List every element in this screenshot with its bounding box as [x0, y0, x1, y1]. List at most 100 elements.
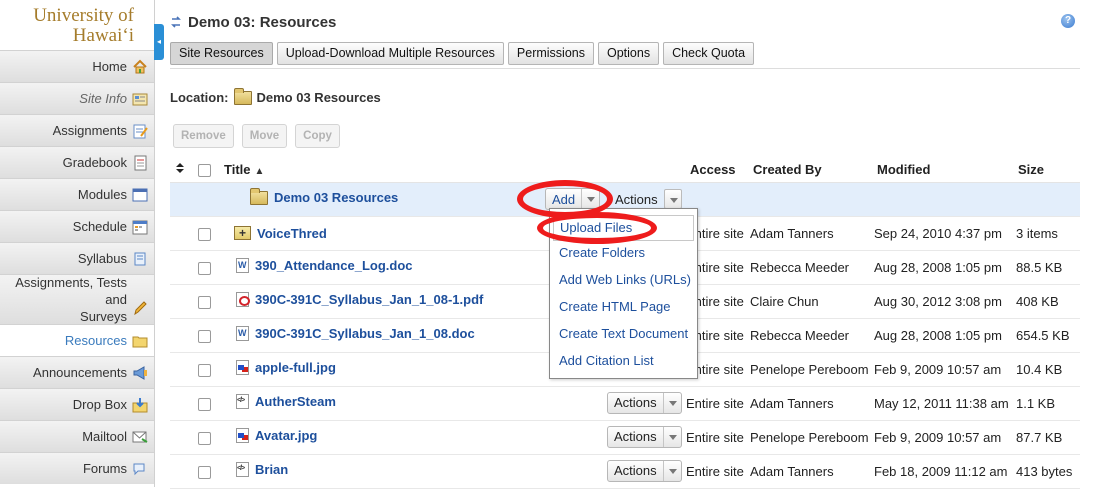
forums-icon: [133, 463, 145, 475]
pdf-icon: [236, 292, 250, 307]
folder-icon: [250, 187, 268, 205]
file-link[interactable]: 390_Attendance_Log.doc: [236, 258, 413, 273]
root-folder-name: Demo 03 Resources: [274, 190, 399, 206]
tab-permissions[interactable]: Permissions: [507, 42, 594, 65]
copy-button[interactable]: Copy: [295, 124, 340, 148]
sidebar-item-label: Forums: [82, 461, 127, 476]
file-name: AutherSteam: [255, 394, 336, 409]
sidebar-item-modules[interactable]: Modules: [0, 178, 154, 210]
help-icon[interactable]: ?: [1061, 14, 1075, 28]
select-all-checkbox[interactable]: [198, 163, 211, 177]
menu-item-create-text-document[interactable]: Create Text Document: [550, 322, 697, 349]
file-link[interactable]: 390C-391C_Syllabus_Jan_1_08.doc: [236, 326, 475, 341]
location-label: Location:: [170, 90, 229, 105]
table-row: Brian Actions Entire site Adam Tanners F…: [170, 454, 1080, 489]
folder-icon: [233, 87, 252, 105]
university-logo[interactable]: University of Hawai‘i: [0, 0, 154, 50]
column-modified[interactable]: Modified: [874, 157, 1016, 183]
add-button-label: Add: [552, 191, 576, 207]
move-button[interactable]: Move: [241, 124, 288, 148]
add-button[interactable]: Add: [545, 188, 601, 210]
menu-item-add-citation-list[interactable]: Add Citation List: [550, 349, 697, 376]
modified-cell: Feb 9, 2009 10:57 am: [874, 420, 1016, 455]
sidebar-item-drop-box[interactable]: Drop Box: [0, 388, 154, 420]
sidebar-item-label: Modules: [77, 187, 127, 202]
tab-check-quota[interactable]: Check Quota: [663, 42, 755, 65]
sidebar-item-resources[interactable]: Resources: [0, 324, 154, 356]
tab-options[interactable]: Options: [597, 42, 660, 65]
actions-button[interactable]: Actions: [607, 391, 682, 414]
modified-cell: Feb 18, 2009 11:12 am: [874, 454, 1016, 489]
sidebar-item-site-info[interactable]: Site Info: [0, 82, 154, 114]
file-link[interactable]: Brian: [236, 462, 288, 477]
created-by-cell: Rebecca Meeder: [750, 250, 874, 285]
access-cell: Entire site: [686, 454, 750, 489]
file-link[interactable]: + VoiceThred: [234, 226, 327, 241]
tab-upload-download[interactable]: Upload-Download Multiple Resources: [276, 42, 504, 65]
modified-cell: Feb 9, 2009 10:57 am: [874, 352, 1016, 387]
remove-button[interactable]: Remove: [173, 124, 234, 148]
sidebar-item-announcements[interactable]: Announcements: [0, 356, 154, 388]
created-by-cell: Adam Tanners: [750, 386, 874, 421]
file-link[interactable]: AutherSteam: [236, 394, 336, 409]
sidebar: University of Hawai‘i Home Site Info Ass…: [0, 0, 154, 487]
sidebar-item-label: Home: [92, 59, 127, 74]
column-size[interactable]: Size: [1016, 157, 1080, 183]
sidebar-item-home[interactable]: Home: [0, 50, 154, 82]
schedule-icon: [132, 220, 148, 234]
column-title[interactable]: Title ▲: [224, 157, 686, 183]
row-checkbox[interactable]: [198, 465, 211, 479]
row-checkbox[interactable]: [198, 295, 211, 309]
row-checkbox[interactable]: [198, 431, 211, 445]
modified-cell: Aug 28, 2008 1:05 pm: [874, 250, 1016, 285]
sort-ascending-icon: ▲: [254, 165, 265, 177]
file-link[interactable]: 390C-391C_Syllabus_Jan_1_08-1.pdf: [236, 292, 483, 307]
sidebar-item-label-line2: Surveys: [80, 309, 127, 324]
sidebar-item-assignments[interactable]: Assignments: [0, 114, 154, 146]
swap-icon[interactable]: [170, 15, 182, 29]
sidebar-item-forums[interactable]: Forums: [0, 452, 154, 484]
menu-item-create-folders[interactable]: Create Folders: [550, 241, 697, 268]
row-checkbox[interactable]: [198, 227, 211, 241]
row-checkbox[interactable]: [198, 397, 211, 411]
created-by-cell: Rebecca Meeder: [750, 318, 874, 353]
sidebar-item-gradebook[interactable]: Gradebook: [0, 146, 154, 178]
sidebar-item-syllabus[interactable]: Syllabus: [0, 242, 154, 274]
chevron-down-icon: [662, 460, 681, 481]
assignments-icon: [133, 124, 148, 138]
sidebar-item-label: Gradebook: [62, 155, 127, 170]
menu-item-create-html-page[interactable]: Create HTML Page: [550, 295, 697, 322]
page-title: Demo 03: Resources: [188, 13, 337, 31]
root-folder-link[interactable]: Demo 03 Resources: [250, 187, 399, 206]
actions-button[interactable]: Actions: [607, 459, 682, 482]
size-cell: 88.5 KB: [1016, 250, 1080, 285]
actions-button[interactable]: Actions: [607, 425, 682, 448]
menu-item-upload-files[interactable]: Upload Files: [553, 215, 694, 241]
sidebar-item-schedule[interactable]: Schedule: [0, 210, 154, 242]
tab-site-resources[interactable]: Site Resources: [170, 42, 273, 65]
column-created-by[interactable]: Created By: [750, 157, 874, 183]
mail-icon: [132, 431, 148, 443]
expand-collapse-all[interactable]: [170, 157, 198, 183]
file-link[interactable]: Avatar.jpg: [236, 428, 317, 443]
menu-item-add-web-links[interactable]: Add Web Links (URLs): [550, 268, 697, 295]
column-access[interactable]: Access: [686, 157, 750, 183]
expand-collapse-icon[interactable]: [175, 162, 185, 174]
file-link[interactable]: apple-full.jpg: [236, 360, 336, 375]
size-cell: 1.1 KB: [1016, 386, 1080, 421]
sidebar-item-label: Assignments: [52, 123, 127, 138]
sidebar-item-label: Site Info: [79, 91, 127, 106]
created-by-cell: Adam Tanners: [750, 216, 874, 251]
sidebar-item-label: Drop Box: [72, 397, 127, 412]
file-name: 390_Attendance_Log.doc: [255, 258, 413, 273]
sidebar-item-mailtool[interactable]: Mailtool: [0, 420, 154, 452]
row-checkbox[interactable]: [198, 261, 211, 275]
row-checkbox[interactable]: [198, 363, 211, 377]
file-name: 390C-391C_Syllabus_Jan_1_08-1.pdf: [255, 292, 484, 307]
collapse-sidebar-handle[interactable]: ◂: [154, 24, 164, 60]
row-checkbox[interactable]: [198, 329, 211, 343]
actions-button[interactable]: Actions: [608, 188, 683, 210]
sidebar-item-tests-surveys[interactable]: Assignments, Tests and Surveys: [0, 274, 154, 324]
access-cell: Entire site: [686, 386, 750, 421]
sidebar-item-label: Resources: [64, 333, 127, 348]
